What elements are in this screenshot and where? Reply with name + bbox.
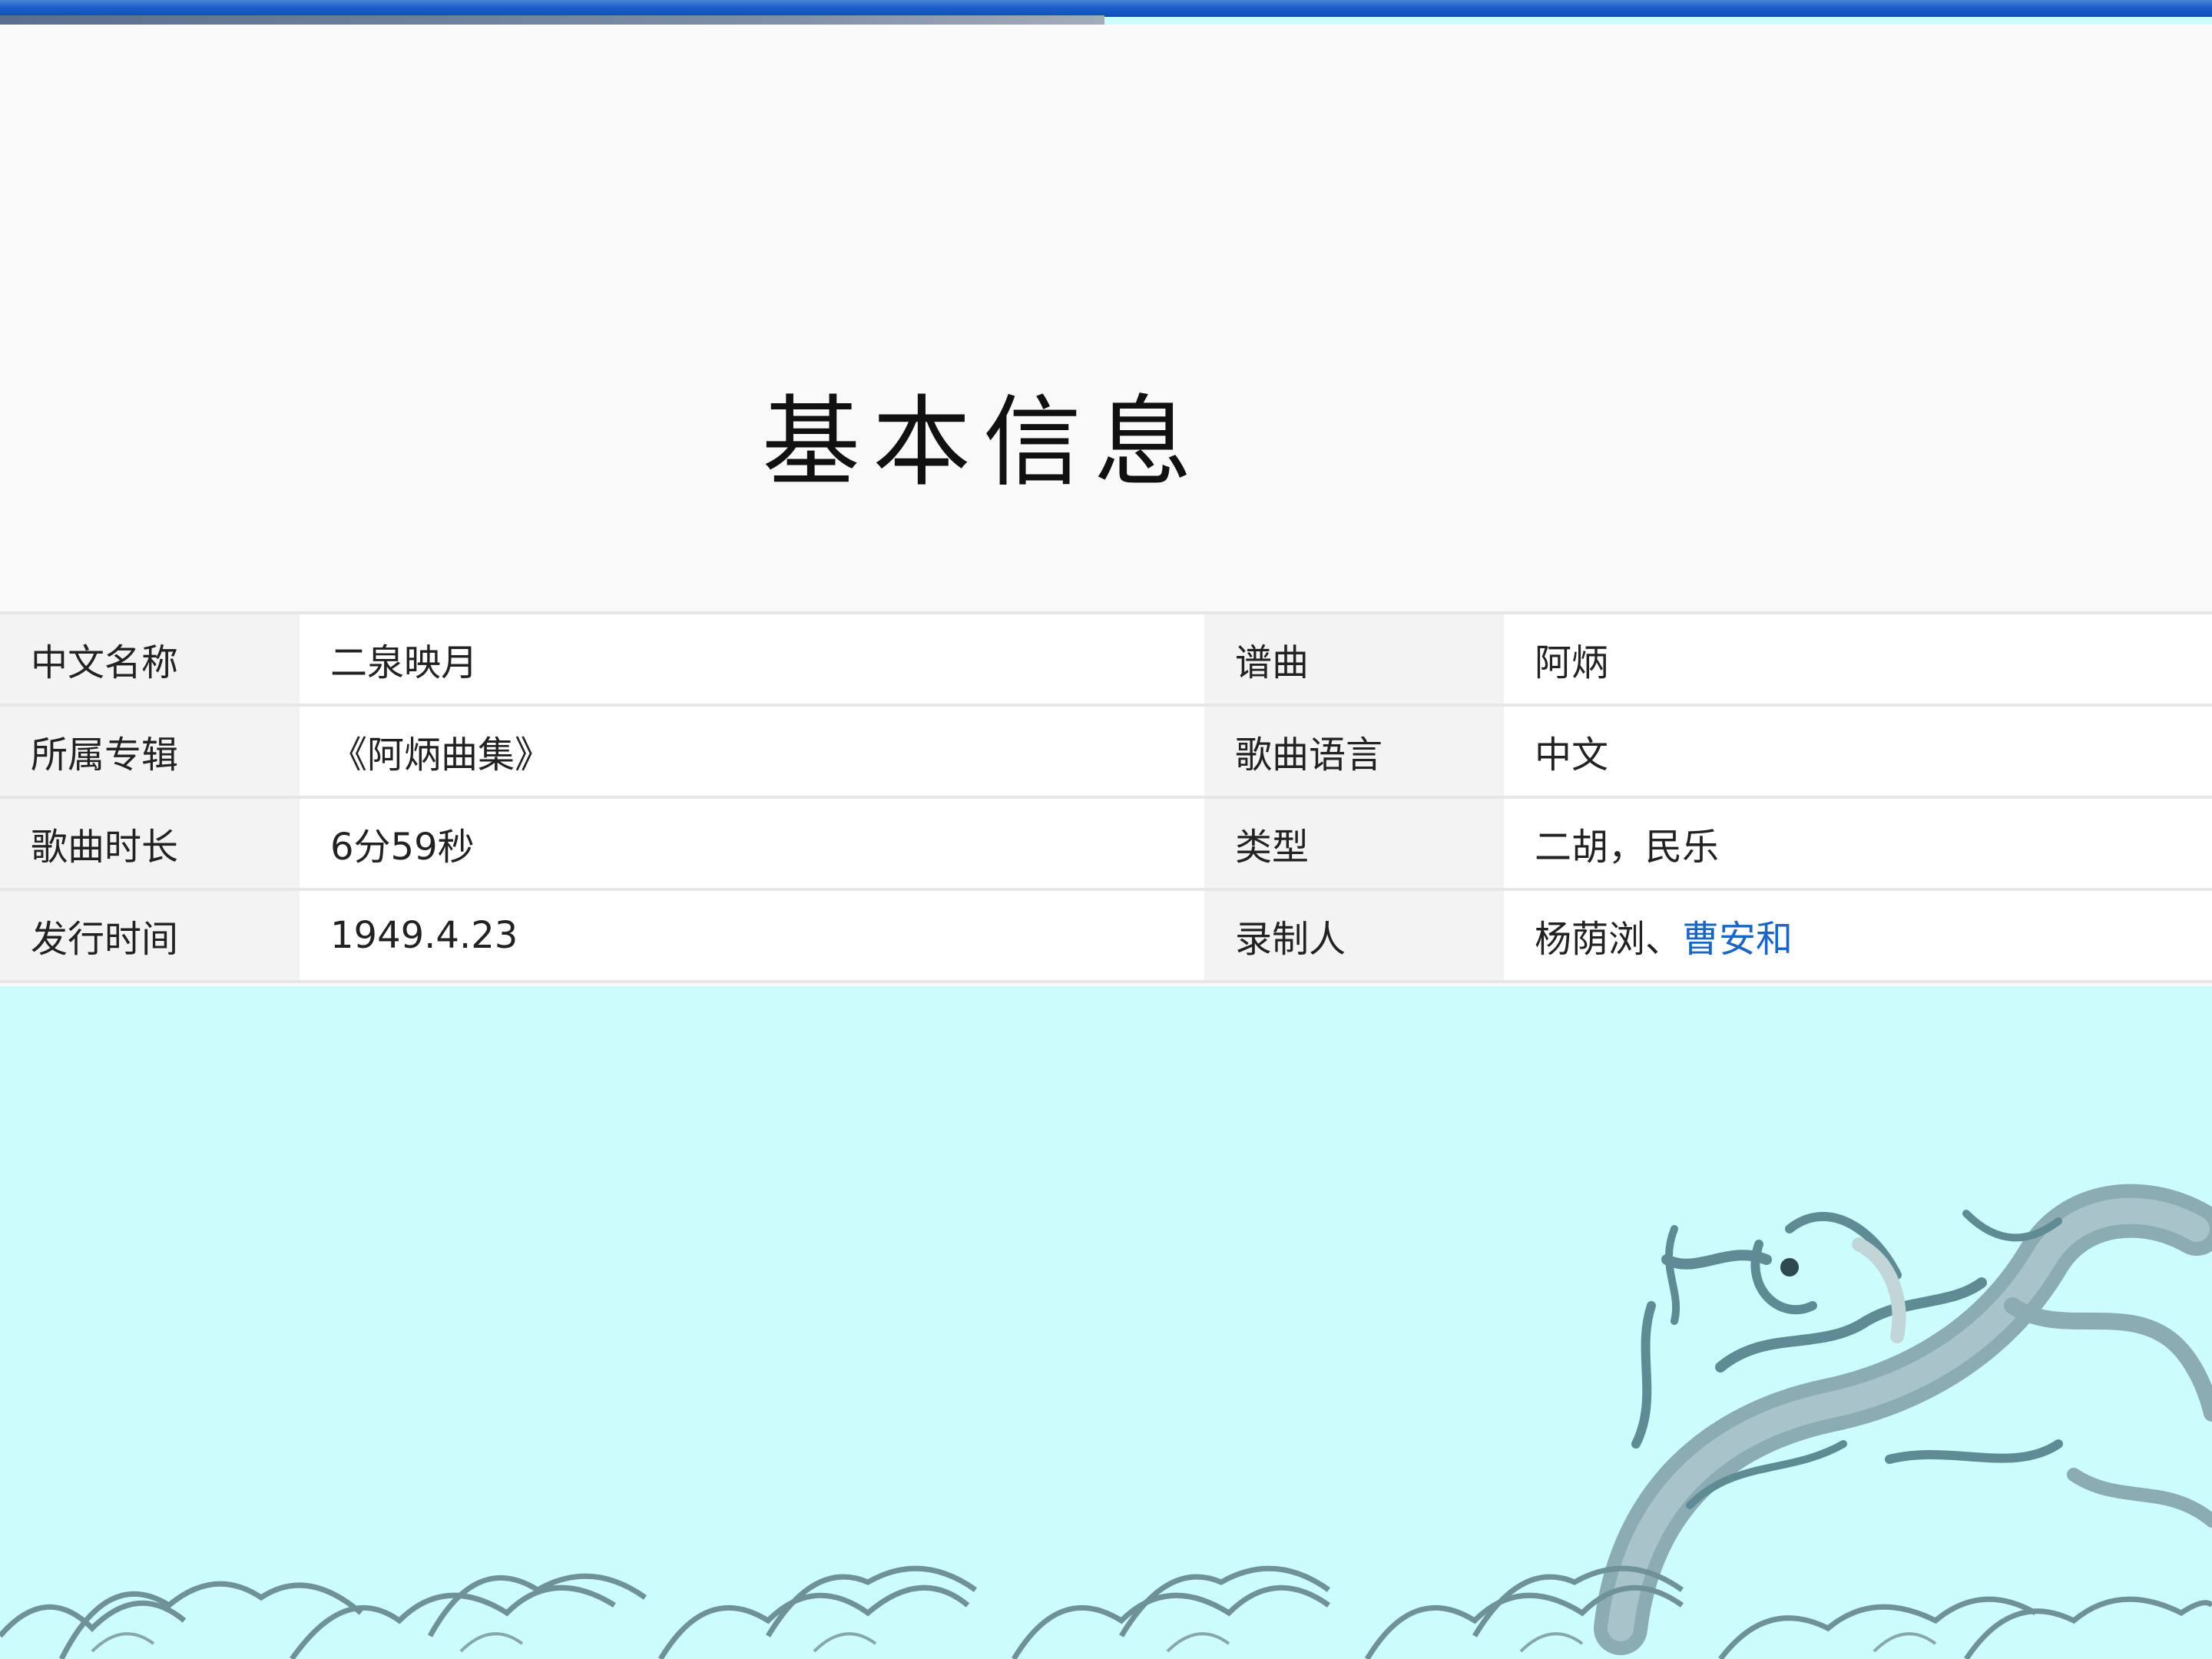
- wave-foam: [91, 1632, 1937, 1653]
- dragon-ornament: [1594, 1184, 2212, 1655]
- decorative-artwork: [0, 1184, 2212, 1659]
